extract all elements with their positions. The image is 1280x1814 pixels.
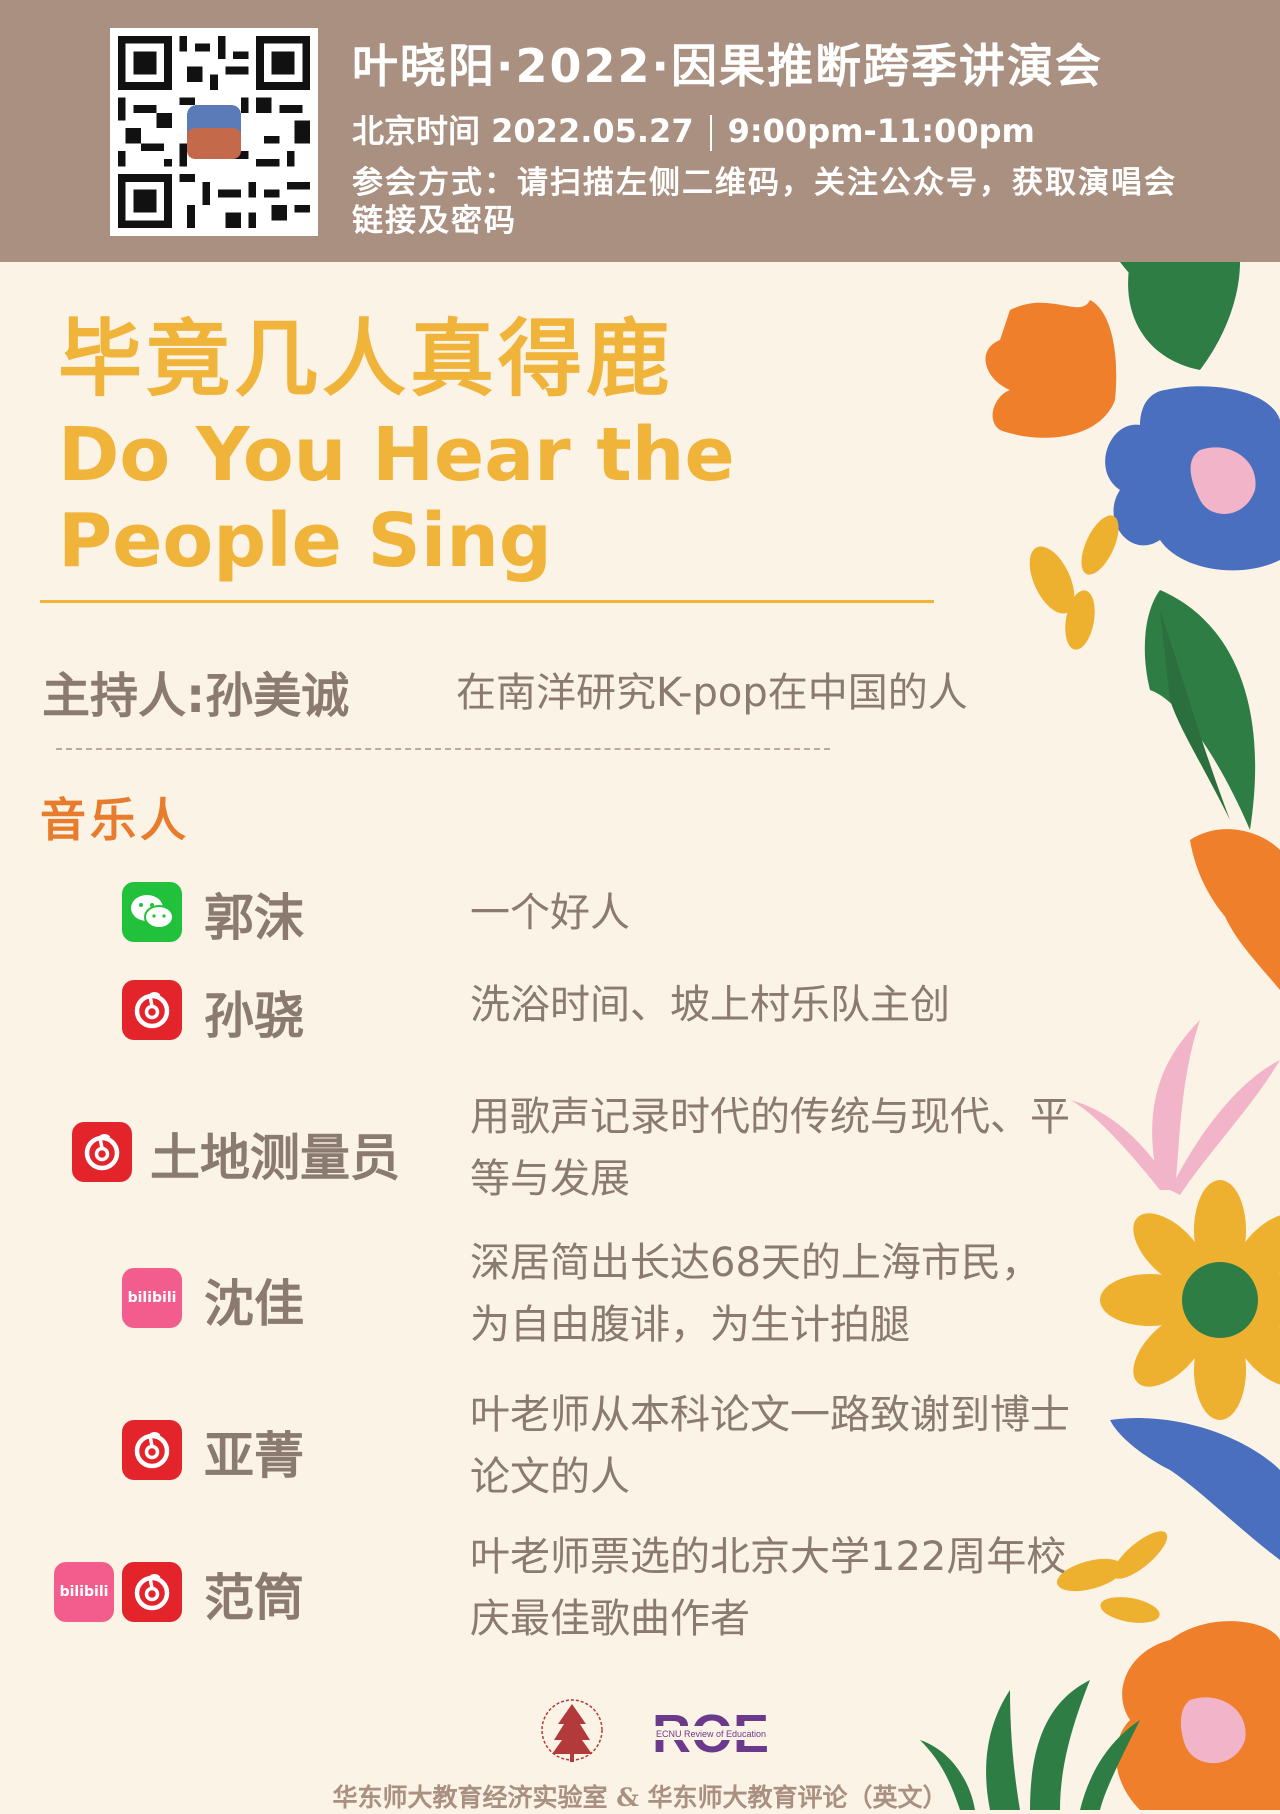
musician-name: 土地测量员 — [150, 1129, 400, 1187]
event-series-title: 叶晓阳·2022·因果推断跨季讲演会 — [352, 39, 1103, 93]
education-economics-lab-logo — [541, 1699, 603, 1762]
netease-music-icon[interactable] — [122, 1420, 182, 1480]
bilibili-icon[interactable]: bilibili — [54, 1562, 114, 1622]
event-datetime: 北京时间 2022.05.27 9:00pm-11:00pm — [352, 106, 1035, 152]
event-time: 9:00pm-11:00pm — [727, 112, 1035, 150]
roe-subtitle: ECNU Review of Education — [656, 1729, 766, 1739]
event-title-en-line1: Do You Hear the — [58, 412, 735, 498]
musician-description: 洗浴时间、坡上村乐队主创 — [470, 982, 950, 1028]
dashed-divider — [56, 748, 830, 750]
event-title-en-line2: People Sing — [58, 498, 552, 584]
title-divider — [40, 600, 934, 603]
musician-name: 沈佳 — [204, 1275, 304, 1333]
netease-music-icon[interactable] — [72, 1122, 132, 1182]
event-title-en: Do You Hear the People Sing — [58, 412, 735, 584]
roe-logo: ROE ECNU Review of Education — [652, 1704, 772, 1764]
musician-name: 孙骁 — [204, 987, 304, 1045]
event-date: 北京时间 2022.05.27 — [352, 112, 694, 150]
event-title-zh: 毕竟几人真得鹿 — [58, 310, 675, 408]
wechat-icon[interactable] — [122, 882, 182, 942]
netease-music-icon[interactable] — [122, 980, 182, 1040]
bilibili-icon[interactable]: bilibili — [122, 1268, 182, 1328]
host-label: 主持人:孙美诚 — [42, 668, 350, 724]
join-instructions: 参会方式：请扫描左侧二维码，关注公众号，获取演唱会链接及密码 — [352, 165, 1177, 239]
host-description: 在南洋研究K-pop在中国的人 — [456, 670, 968, 716]
musician-name: 范筒 — [204, 1569, 304, 1627]
netease-music-icon[interactable] — [122, 1562, 182, 1622]
musician-description: 用歌声记录时代的传统与现代、平等与发展 — [470, 1094, 1070, 1202]
footer-organizers: 华东师大教育经济实验室 & 华东师大教育评论（英文） — [332, 1783, 948, 1812]
musician-description: 叶老师从本科论文一路致谢到博士论文的人 — [470, 1392, 1070, 1500]
partner-logos: ROE ECNU Review of Education — [541, 1699, 772, 1764]
time-separator — [709, 115, 712, 151]
qr-code-pattern — [118, 36, 310, 228]
musician-description: 深居简出长达68天的上海市民，为自由腹诽，为生计拍腿 — [470, 1240, 1041, 1348]
musician-name: 亚菁 — [204, 1427, 304, 1485]
header-banner: 叶晓阳·2022·因果推断跨季讲演会 北京时间 2022.05.27 9:00pm… — [0, 0, 1280, 262]
musician-description: 一个好人 — [470, 890, 630, 936]
musician-row: bilibili 范筒 叶老师票选的北京大学122周年校庆最佳歌曲作者 — [0, 1534, 1100, 1702]
musicians-heading: 音乐人 — [40, 793, 190, 847]
qr-code[interactable] — [110, 28, 318, 236]
musician-description: 叶老师票选的北京大学122周年校庆最佳歌曲作者 — [470, 1534, 1067, 1642]
musician-name: 郭沫 — [204, 889, 304, 947]
